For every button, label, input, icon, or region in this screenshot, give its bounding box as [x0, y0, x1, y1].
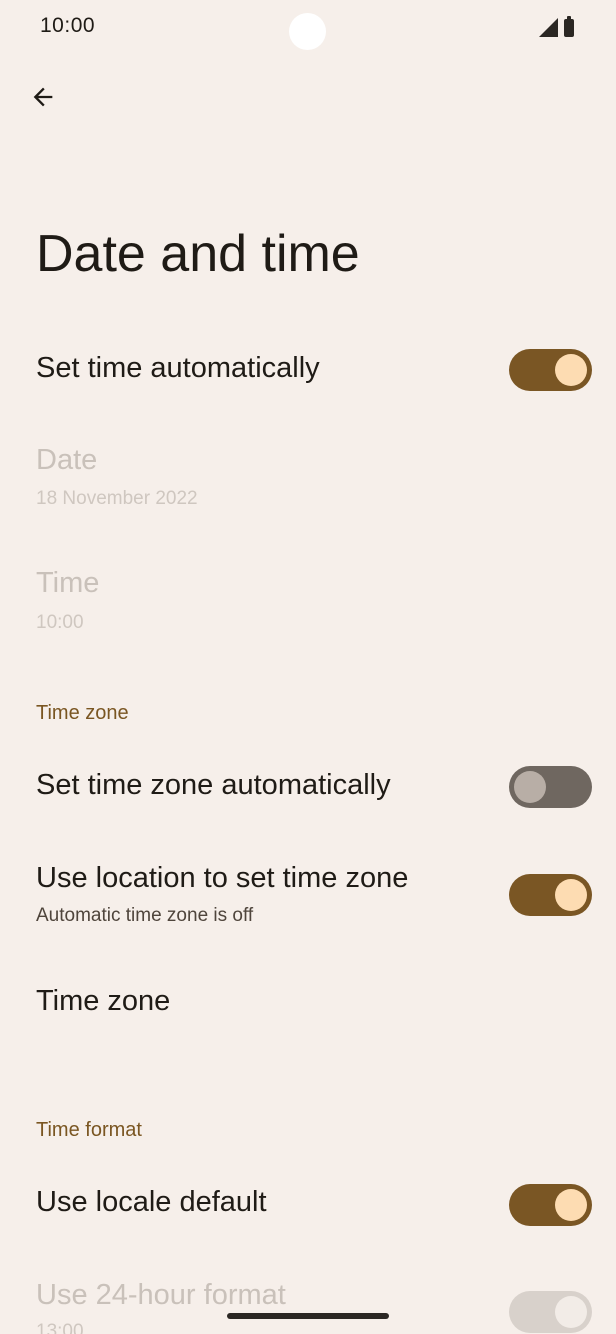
use-location-time-zone-label: Use location to set time zone	[36, 862, 409, 894]
back-button[interactable]	[20, 74, 66, 120]
use-locale-default-toggle[interactable]	[509, 1184, 592, 1226]
signal-icon	[539, 18, 558, 37]
status-icons	[539, 16, 574, 37]
use-24-hour-format-toggle	[509, 1291, 592, 1333]
toggle-thumb	[514, 771, 546, 803]
use-location-time-zone-toggle[interactable]	[509, 874, 592, 916]
page-title: Date and time	[36, 225, 360, 283]
use-locale-default-label: Use locale default	[36, 1186, 267, 1218]
toggle-thumb	[555, 879, 587, 911]
time-zone-label: Time zone	[36, 985, 171, 1017]
set-time-automatically-row[interactable]: Set time automatically	[0, 340, 616, 400]
date-and-time-screen: 10:00 Date and time Set time automatical…	[0, 0, 616, 1334]
front-camera-cutout	[289, 13, 326, 50]
time-zone-section-header: Time zone	[36, 702, 129, 724]
set-time-automatically-toggle[interactable]	[509, 349, 592, 391]
date-row: Date 18 November 2022	[0, 440, 616, 520]
toggle-thumb	[555, 354, 587, 386]
arrow-back-icon	[33, 87, 53, 107]
toggle-thumb	[555, 1189, 587, 1221]
time-zone-row[interactable]: Time zone	[0, 973, 616, 1033]
time-format-section-header: Time format	[36, 1119, 142, 1141]
use-location-time-zone-row[interactable]: Use location to set time zone Automatic …	[0, 858, 616, 938]
use-location-time-zone-subtitle: Automatic time zone is off	[36, 905, 254, 926]
toggle-thumb	[555, 1296, 587, 1328]
time-value: 10:00	[36, 612, 84, 633]
set-time-zone-automatically-row[interactable]: Set time zone automatically	[0, 757, 616, 817]
use-24-hour-format-label: Use 24-hour format	[36, 1279, 286, 1311]
battery-icon	[564, 16, 574, 37]
gesture-navigation-bar[interactable]	[227, 1313, 389, 1319]
date-label: Date	[36, 444, 98, 476]
status-bar-time: 10:00	[40, 14, 96, 37]
set-time-zone-automatically-label: Set time zone automatically	[36, 769, 391, 801]
use-24-hour-format-row: Use 24-hour format 13:00	[0, 1275, 616, 1334]
set-time-automatically-label: Set time automatically	[36, 352, 320, 384]
time-label: Time	[36, 567, 100, 599]
time-row: Time 10:00	[0, 563, 616, 643]
set-time-zone-automatically-toggle[interactable]	[509, 766, 592, 808]
use-locale-default-row[interactable]: Use locale default	[0, 1174, 616, 1234]
use-24-hour-format-subtitle: 13:00	[36, 1321, 84, 1334]
date-value: 18 November 2022	[36, 488, 198, 509]
